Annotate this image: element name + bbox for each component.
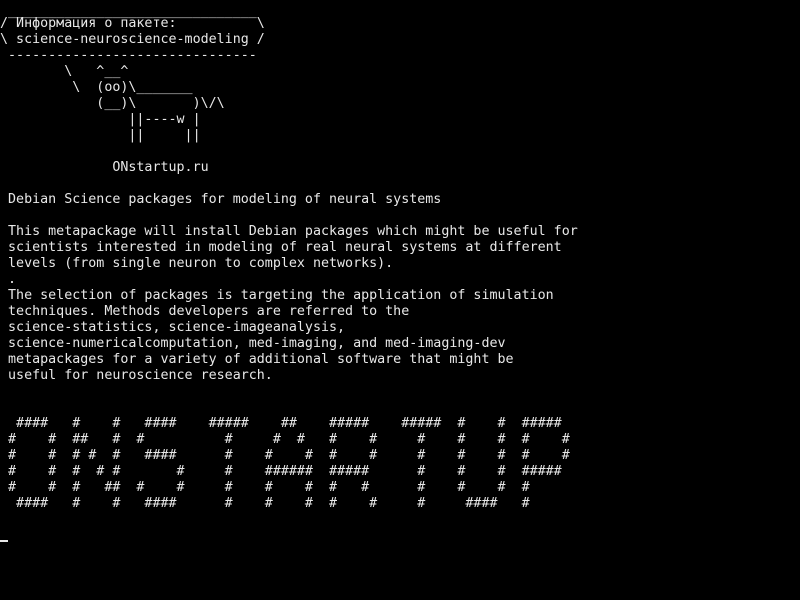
banner-ascii-line: # # # # # # # ###### ##### # # # #####	[0, 464, 562, 479]
description-line: scientists interested in modeling of rea…	[0, 240, 562, 255]
cow-ascii-line: \ ^__^	[0, 64, 129, 79]
banner-ascii-line: # # # # # #### # # # # # # # # # #	[0, 448, 570, 463]
description-line: techniques. Methods developers are refer…	[0, 304, 410, 319]
cow-ascii-line: (__)\ )\/\	[0, 96, 225, 111]
banner-ascii-line: # # ## # # # # # # # # # # # #	[0, 432, 570, 447]
site-name: ONstartup.ru	[0, 160, 209, 175]
cowsay-bubble-line-1: / Информация о пакете: \	[0, 16, 265, 31]
cow-ascii-line: || ||	[0, 128, 201, 143]
text-cursor	[0, 540, 8, 542]
description-line: This metapackage will install Debian pac…	[0, 224, 578, 239]
cow-ascii-line: ||----w |	[0, 112, 201, 127]
banner-ascii-line: #### # # #### ##### ## ##### ##### # # #…	[0, 416, 562, 431]
description-line: levels (from single neuron to complex ne…	[0, 256, 394, 271]
description-line: science-numericalcomputation, med-imagin…	[0, 336, 506, 351]
banner-ascii-line: # # # ## # # # # # # # # # # #	[0, 480, 530, 495]
package-summary: Debian Science packages for modeling of …	[0, 192, 442, 207]
description-line: metapackages for a variety of additional…	[0, 352, 514, 367]
terminal-screen[interactable]: _______________________________ / Информ…	[0, 0, 800, 600]
description-line: useful for neuroscience research.	[0, 368, 273, 383]
cowsay-bubble-line-2: \ science-neuroscience-modeling /	[0, 32, 265, 47]
description-separator: .	[0, 272, 17, 287]
cowsay-bubble-bottom: -------------------------------	[0, 48, 257, 63]
cow-ascii-line: \ (oo)\_______	[0, 80, 193, 95]
banner-ascii-line: #### # # #### # # # # # # #### #	[0, 496, 530, 511]
description-line: The selection of packages is targeting t…	[0, 288, 554, 303]
description-line: science-statistics, science-imageanalysi…	[0, 320, 346, 335]
